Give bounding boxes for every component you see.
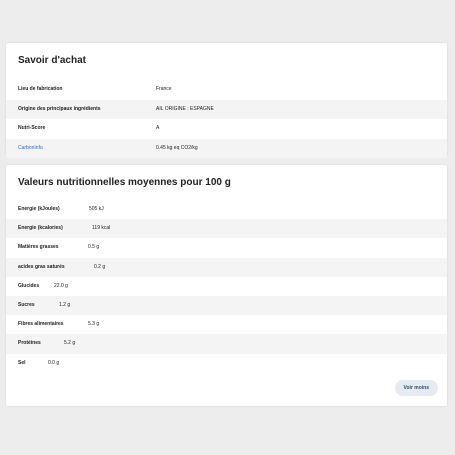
row-value: AIL ORIGINE : ESPAGNE [156, 105, 214, 112]
row-label: Matières grasses [18, 244, 59, 251]
nutrition-facts-title: Valeurs nutritionnelles moyennes pour 10… [18, 177, 231, 188]
row-value: 0.2 g [94, 263, 106, 270]
table-row-fiber: Fibres alimentaires 5.3 g [6, 315, 447, 334]
table-row-nutri-score: Nutri-Score A [6, 119, 447, 139]
row-value: 5.3 g [88, 321, 100, 328]
show-less-button[interactable]: Voir moins [394, 380, 438, 396]
table-row-energy-kj: Energie (kJoules) 505 kJ [6, 200, 447, 219]
row-value: A [156, 125, 160, 131]
nutrition-facts-card: Valeurs nutritionnelles moyennes pour 10… [6, 165, 447, 406]
carbon-info-link[interactable]: CarbonInfo [18, 139, 43, 159]
row-value: 22.0 g [54, 282, 68, 289]
row-value: 505 kJ [89, 206, 104, 212]
row-value: 1.2 g [59, 301, 71, 308]
table-row-ingredient-origin: Origine des principaux ingrédients AIL O… [6, 99, 447, 119]
table-row-carbohydrates: Glucides 22.0 g [6, 277, 447, 296]
row-label: Fibres alimentaires [18, 321, 64, 328]
row-value: France [156, 86, 172, 92]
row-label: Sel [18, 359, 26, 366]
row-label: Nutri-Score [18, 125, 46, 131]
row-label: Origine des principaux ingrédients [18, 105, 101, 112]
table-row-sugars: Sucres 1.2 g [6, 295, 447, 316]
row-label: Glucides [18, 282, 40, 289]
row-value: 119 kcal [92, 225, 111, 232]
table-row-manufacturing-place: Lieu de fabrication France [6, 80, 447, 100]
table-row-fat: Matières grasses 0.5 g [6, 238, 447, 257]
table-row-proteins: Protéines 5.2 g [6, 334, 447, 354]
row-value: 0.45 kg eq CO2/kg [156, 144, 198, 151]
row-value: 0.5 g [88, 244, 100, 251]
row-label: acides gras saturés [18, 263, 65, 270]
purchase-info-card: Savoir d'achat Lieu de fabrication Franc… [6, 43, 447, 158]
table-row-energy-kcal: Energie (kcalories) 119 kcal [6, 219, 447, 239]
nutrition-facts-table: Energie (kJoules) 505 kJ Energie (kcalor… [6, 200, 447, 373]
row-label: Sucres [18, 301, 35, 308]
purchase-info-title: Savoir d'achat [18, 55, 86, 66]
row-label: Energie (kJoules) [18, 206, 60, 212]
row-value: 5.2 g [64, 340, 76, 347]
table-row-carbon-info: CarbonInfo 0.45 kg eq CO2/kg [6, 138, 447, 159]
row-label: Lieu de fabrication [18, 86, 63, 92]
table-row-saturated-fat: acides gras saturés 0.2 g [6, 257, 447, 277]
row-label: Energie (kcalories) [18, 225, 63, 232]
row-label: Protéines [18, 340, 41, 347]
table-row-salt: Sel 0.0 g [6, 354, 447, 373]
purchase-info-table: Lieu de fabrication France Origine des p… [6, 80, 447, 158]
row-value: 0.0 g [48, 359, 60, 366]
